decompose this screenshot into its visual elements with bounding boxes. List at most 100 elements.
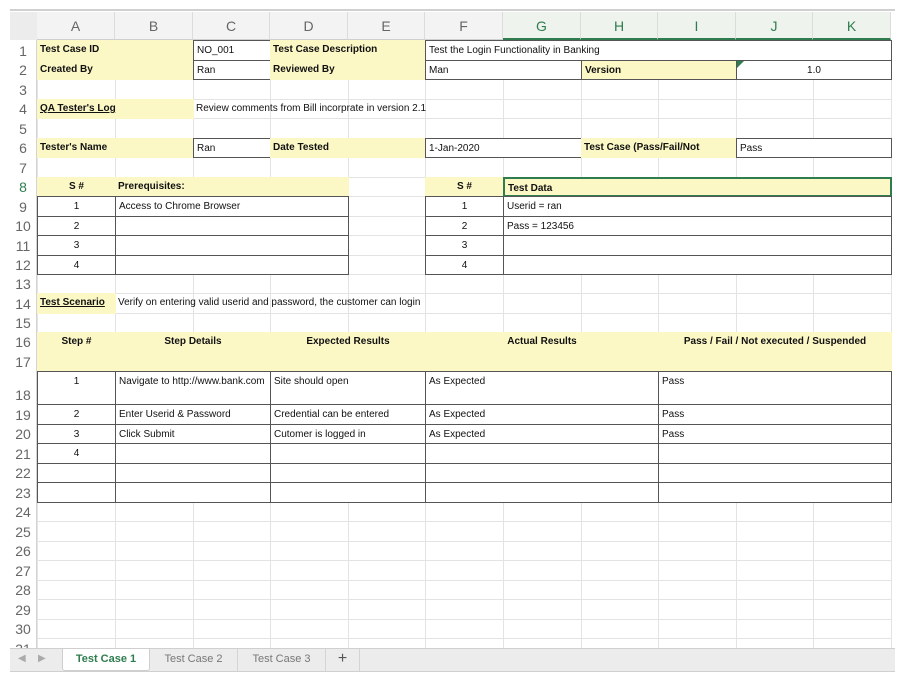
row-header-29[interactable]: 29 — [10, 599, 37, 619]
prereq-text-cell[interactable] — [115, 255, 349, 275]
row-header-3[interactable]: 3 — [10, 79, 37, 99]
row-header-21[interactable]: 21 — [10, 443, 37, 463]
select-all-corner[interactable] — [10, 12, 38, 41]
step-details-cell[interactable]: Click Submit — [115, 424, 271, 444]
row-header-20[interactable]: 20 — [10, 424, 37, 443]
testdata-text-cell[interactable] — [503, 235, 892, 256]
step-details-cell[interactable]: Navigate to http://www.bank.com — [115, 371, 271, 405]
prereq-num-cell[interactable]: 3 — [37, 235, 116, 256]
row-header-14[interactable]: 14 — [10, 293, 37, 313]
row-header-31[interactable]: 31 — [10, 638, 37, 648]
testdata-num-cell[interactable]: 1 — [425, 196, 504, 217]
expected-result-cell[interactable]: Site should open — [270, 371, 426, 405]
actual-result-cell[interactable]: As Expected — [425, 424, 659, 444]
row-header-28[interactable]: 28 — [10, 580, 37, 599]
tab-test-case-1[interactable]: Test Case 1 — [62, 649, 150, 671]
column-header-C[interactable]: C — [193, 12, 270, 40]
row-header-27[interactable]: 27 — [10, 560, 37, 580]
row-header-1[interactable]: 1 — [10, 40, 37, 60]
add-sheet-button[interactable]: + — [326, 649, 360, 671]
row-header-17[interactable]: 17 — [10, 351, 37, 371]
actual-result-cell[interactable]: As Expected — [425, 371, 659, 405]
tab-test-case-2[interactable]: Test Case 2 — [150, 649, 238, 671]
row-header-10[interactable]: 10 — [10, 216, 37, 235]
step-num-cell[interactable]: 2 — [37, 404, 116, 425]
row-header-6[interactable]: 6 — [10, 138, 37, 157]
expected-result-cell[interactable] — [270, 443, 426, 464]
actual-result-cell[interactable]: As Expected — [425, 404, 659, 425]
testdata-text-cell[interactable]: Userid = ran — [503, 196, 892, 217]
step-num-cell[interactable]: 3 — [37, 424, 116, 444]
column-header-J[interactable]: J — [736, 12, 813, 40]
expected-result-cell[interactable] — [270, 482, 426, 503]
column-header-H[interactable]: H — [581, 12, 658, 40]
row-header-4[interactable]: 4 — [10, 99, 37, 118]
status-cell[interactable] — [658, 482, 892, 503]
date-tested-cell[interactable]: 1-Jan-2020 — [425, 138, 582, 158]
step-num-cell[interactable] — [37, 463, 116, 483]
row-header-13[interactable]: 13 — [10, 274, 37, 293]
step-details-cell[interactable] — [115, 443, 271, 464]
status-cell[interactable] — [658, 463, 892, 483]
reviewed-by-cell[interactable]: Man — [425, 60, 582, 80]
row-header-24[interactable]: 24 — [10, 502, 37, 521]
testdata-header-selected[interactable]: Test Data — [503, 177, 892, 197]
testdata-text-cell[interactable] — [503, 255, 892, 275]
tab-test-case-3[interactable]: Test Case 3 — [238, 649, 326, 671]
prereq-num-cell[interactable]: 2 — [37, 216, 116, 236]
column-header-D[interactable]: D — [270, 12, 348, 40]
step-num-cell[interactable]: 4 — [37, 443, 116, 464]
row-header-5[interactable]: 5 — [10, 118, 37, 138]
row-header-9[interactable]: 9 — [10, 196, 37, 216]
actual-result-cell[interactable] — [425, 463, 659, 483]
row-header-18[interactable]: 18 — [10, 371, 37, 404]
row-header-7[interactable]: 7 — [10, 157, 37, 177]
spreadsheet-grid[interactable]: ABCDEFGHIJK 1 2 3 4 5 6 7 8 9 10 11 12 13 14 15 16 17 18 1… — [0, 0, 901, 648]
row-header-16[interactable]: 16 — [10, 332, 37, 351]
prereq-text-cell[interactable] — [115, 235, 349, 256]
row-header-2[interactable]: 2 — [10, 60, 37, 79]
prereq-num-cell[interactable]: 4 — [37, 255, 116, 275]
step-details-cell[interactable] — [115, 482, 271, 503]
testdata-num-cell[interactable]: 3 — [425, 235, 504, 256]
row-header-12[interactable]: 12 — [10, 255, 37, 274]
column-header-E[interactable]: E — [348, 12, 425, 40]
scenario-cell[interactable]: Verify on entering valid userid and pass… — [115, 293, 504, 314]
tester-name-cell[interactable]: Ran — [193, 138, 271, 158]
row-header-22[interactable]: 22 — [10, 463, 37, 482]
prereq-text-cell[interactable] — [115, 216, 349, 236]
testdata-text-cell[interactable]: Pass = 123456 — [503, 216, 892, 236]
step-details-cell[interactable]: Enter Userid & Password — [115, 404, 271, 425]
expected-result-cell[interactable] — [270, 463, 426, 483]
prereq-num-cell[interactable]: 1 — [37, 196, 116, 217]
column-header-G[interactable]: G — [503, 12, 581, 40]
column-header-F[interactable]: F — [425, 12, 503, 40]
status-cell[interactable]: Pass — [658, 404, 892, 425]
result-cell[interactable]: Pass — [736, 138, 892, 158]
description-cell[interactable]: Test the Login Functionality in Banking — [425, 40, 892, 61]
step-num-cell[interactable]: 1 — [37, 371, 116, 405]
status-cell[interactable]: Pass — [658, 371, 892, 405]
column-header-B[interactable]: B — [115, 12, 193, 40]
step-details-cell[interactable] — [115, 463, 271, 483]
expected-result-cell[interactable]: Cutomer is logged in — [270, 424, 426, 444]
scroll-right-icon[interactable]: ▶ — [38, 653, 46, 664]
prereq-text-cell[interactable]: Access to Chrome Browser — [115, 196, 349, 217]
row-header-8[interactable]: 8 — [10, 177, 37, 196]
row-header-25[interactable]: 25 — [10, 521, 37, 541]
testdata-num-cell[interactable]: 4 — [425, 255, 504, 275]
column-header-I[interactable]: I — [658, 12, 736, 40]
row-header-26[interactable]: 26 — [10, 541, 37, 560]
actual-result-cell[interactable] — [425, 443, 659, 464]
version-cell[interactable]: 1.0 — [736, 60, 892, 80]
expected-result-cell[interactable]: Credential can be entered — [270, 404, 426, 425]
row-header-19[interactable]: 19 — [10, 404, 37, 424]
test-case-id-cell[interactable]: NO_001 — [193, 40, 271, 61]
scroll-left-icon[interactable]: ◀ — [18, 653, 26, 664]
column-header-A[interactable]: A — [37, 12, 115, 40]
row-header-11[interactable]: 11 — [10, 235, 37, 255]
actual-result-cell[interactable] — [425, 482, 659, 503]
row-header-23[interactable]: 23 — [10, 482, 37, 502]
step-num-cell[interactable] — [37, 482, 116, 503]
column-header-K[interactable]: K — [813, 12, 891, 40]
